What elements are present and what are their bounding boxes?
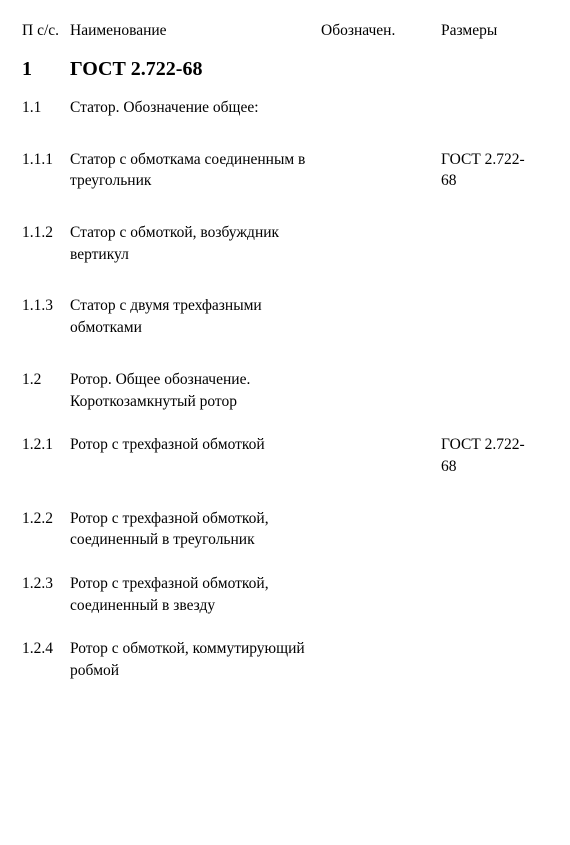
- row-number: 1.1: [22, 97, 70, 119]
- row-number: 1.2.2: [22, 508, 70, 530]
- table-row: 1.1.2 Статор с обмоткой, возбуждник верт…: [22, 222, 540, 265]
- row-number: 1.2.4: [22, 638, 70, 660]
- table-row: 1.1 Статор. Обозначение общее:: [22, 97, 540, 119]
- table-row: 1.1.3 Статор с двумя трехфазными обмотка…: [22, 295, 540, 338]
- row-name: Статор с обмоткой, возбуждник вертикул: [70, 222, 321, 265]
- table-row: 1.2.2 Ротор с трехфазной обмоткой, соеди…: [22, 508, 540, 551]
- row-number: 1.2.3: [22, 573, 70, 595]
- row-name: Ротор с обмоткой, коммутирующий робмой: [70, 638, 321, 681]
- table-row: 1.2 Ротор. Общее обозначение. Короткозам…: [22, 369, 540, 412]
- row-number: 1.1.3: [22, 295, 70, 317]
- header-number: П с/с.: [22, 22, 70, 40]
- row-number: 1.1.2: [22, 222, 70, 244]
- row-name: Ротор. Общее обозначение. Короткозамкнут…: [70, 369, 321, 412]
- row-name: Статор с обмоткама соединенным в треугол…: [70, 149, 321, 192]
- document-page: П с/с. Наименование Обозначен. Размеры 1…: [0, 0, 570, 682]
- header-size: Размеры: [441, 22, 540, 40]
- row-name: Ротор с трехфазной обмоткой, соединенный…: [70, 573, 321, 616]
- row-number: 1.2.1: [22, 434, 70, 456]
- row-number: 1.1.1: [22, 149, 70, 171]
- row-name: Ротор с трехфазной обмоткой, соединенный…: [70, 508, 321, 551]
- table-row: 1 ГОСТ 2.722-68: [22, 58, 540, 81]
- row-size: ГОСТ 2.722-68: [441, 149, 540, 192]
- header-name: Наименование: [70, 22, 321, 40]
- row-name: Статор с двумя трехфазными обмотками: [70, 295, 321, 338]
- table-header: П с/с. Наименование Обозначен. Размеры: [22, 22, 540, 40]
- row-name: ГОСТ 2.722-68: [70, 58, 321, 81]
- table-row: 1.2.3 Ротор с трехфазной обмоткой, соеди…: [22, 573, 540, 616]
- table-row: 1.2.1 Ротор с трехфазной обмоткой ГОСТ 2…: [22, 434, 540, 477]
- row-number: 1.2: [22, 369, 70, 391]
- row-number: 1: [22, 58, 70, 81]
- row-name: Статор. Обозначение общее:: [70, 97, 321, 119]
- row-name: Ротор с трехфазной обмоткой: [70, 434, 321, 456]
- header-designation: Обозначен.: [321, 22, 441, 40]
- table-row: 1.1.1 Статор с обмоткама соединенным в т…: [22, 149, 540, 192]
- table-row: 1.2.4 Ротор с обмоткой, коммутирующий ро…: [22, 638, 540, 681]
- row-size: ГОСТ 2.722-68: [441, 434, 540, 477]
